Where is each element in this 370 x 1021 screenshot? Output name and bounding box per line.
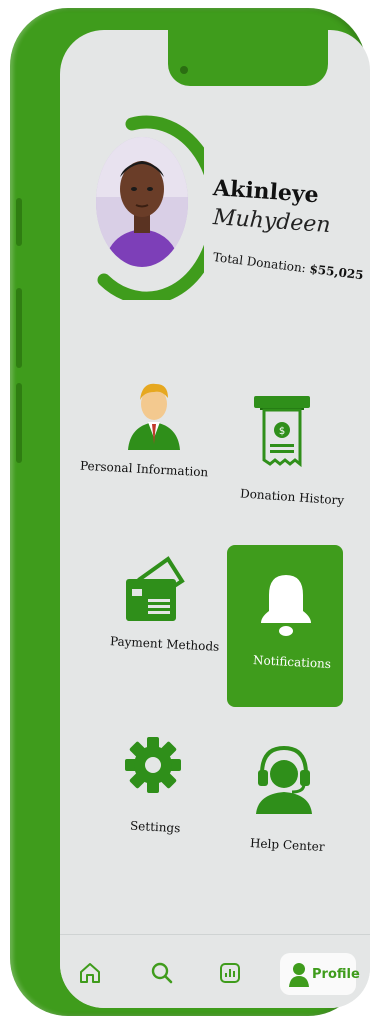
- nav-profile-label: Profile: [312, 967, 360, 982]
- chart-icon[interactable]: [218, 961, 242, 985]
- tile-donation-history[interactable]: $ Donation History: [230, 390, 360, 520]
- receipt-icon: $: [254, 396, 310, 468]
- credit-card-icon: [126, 556, 185, 621]
- tile-notifications[interactable]: Notifications: [227, 545, 343, 707]
- gear-icon: [125, 737, 181, 793]
- donation-value: $55,025: [308, 261, 365, 283]
- avatar[interactable]: [96, 137, 188, 267]
- home-icon[interactable]: [78, 961, 102, 985]
- tile-personal-information[interactable]: Personal Information: [80, 370, 210, 500]
- tile-settings-label: Settings: [129, 818, 181, 836]
- tile-help-center[interactable]: Help Center: [240, 740, 360, 860]
- tile-personal-information-label: Personal Information: [79, 458, 209, 480]
- camera-lens: [180, 66, 188, 74]
- app-screen: Akinleye Muhydeen Total Donation: $55,02…: [60, 30, 370, 1008]
- volume-up-button: [16, 288, 22, 368]
- phone-frame: Akinleye Muhydeen Total Donation: $55,02…: [10, 8, 370, 1016]
- donation-label: Total Donation:: [212, 250, 307, 276]
- tile-payment-methods-label: Payment Methods: [109, 634, 220, 654]
- volume-down-button: [16, 383, 22, 463]
- tile-payment-methods[interactable]: Payment Methods: [100, 555, 230, 685]
- camera-notch: [168, 30, 328, 86]
- tile-notifications-label: Notifications: [252, 652, 332, 672]
- bell-icon: [261, 575, 311, 636]
- profile-icon: [289, 963, 309, 987]
- nav-profile-tab[interactable]: Profile: [280, 953, 360, 995]
- tile-help-center-label: Help Center: [249, 836, 325, 854]
- search-icon[interactable]: [150, 961, 174, 985]
- mute-switch: [16, 198, 22, 246]
- svg-text:$: $: [279, 426, 285, 437]
- person-icon: [128, 383, 180, 450]
- bottom-navigation: Profile: [60, 934, 370, 1008]
- tile-settings[interactable]: Settings: [100, 730, 220, 850]
- avatar-photo: [96, 137, 188, 267]
- headset-icon: [256, 745, 312, 814]
- tile-donation-history-label: Donation History: [239, 486, 345, 508]
- total-donation: Total Donation: $55,025: [212, 250, 364, 282]
- profile-first-name: Akinleye: [212, 175, 320, 209]
- profile-last-name: Muhydeen: [212, 205, 332, 239]
